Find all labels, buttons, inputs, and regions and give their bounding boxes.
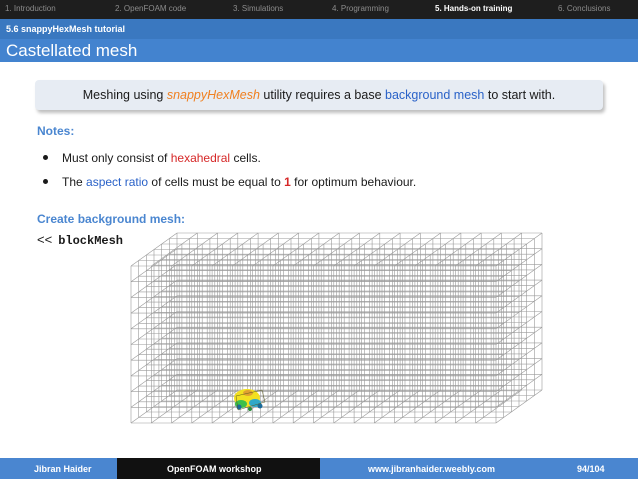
footer-page-number: 94/104 <box>577 463 605 474</box>
footer-workshop: OpenFOAM workshop <box>117 458 320 479</box>
mesh-grid <box>130 232 543 424</box>
footer-author: Jibran Haider <box>0 458 117 479</box>
footer-website[interactable]: www.jibranhaider.weebly.com <box>368 464 495 474</box>
footer-bar: Jibran Haider OpenFOAM workshop www.jibr… <box>0 458 638 479</box>
background-mesh-illustration <box>130 232 543 424</box>
footer-right: www.jibranhaider.weebly.com 94/104 <box>320 458 638 479</box>
